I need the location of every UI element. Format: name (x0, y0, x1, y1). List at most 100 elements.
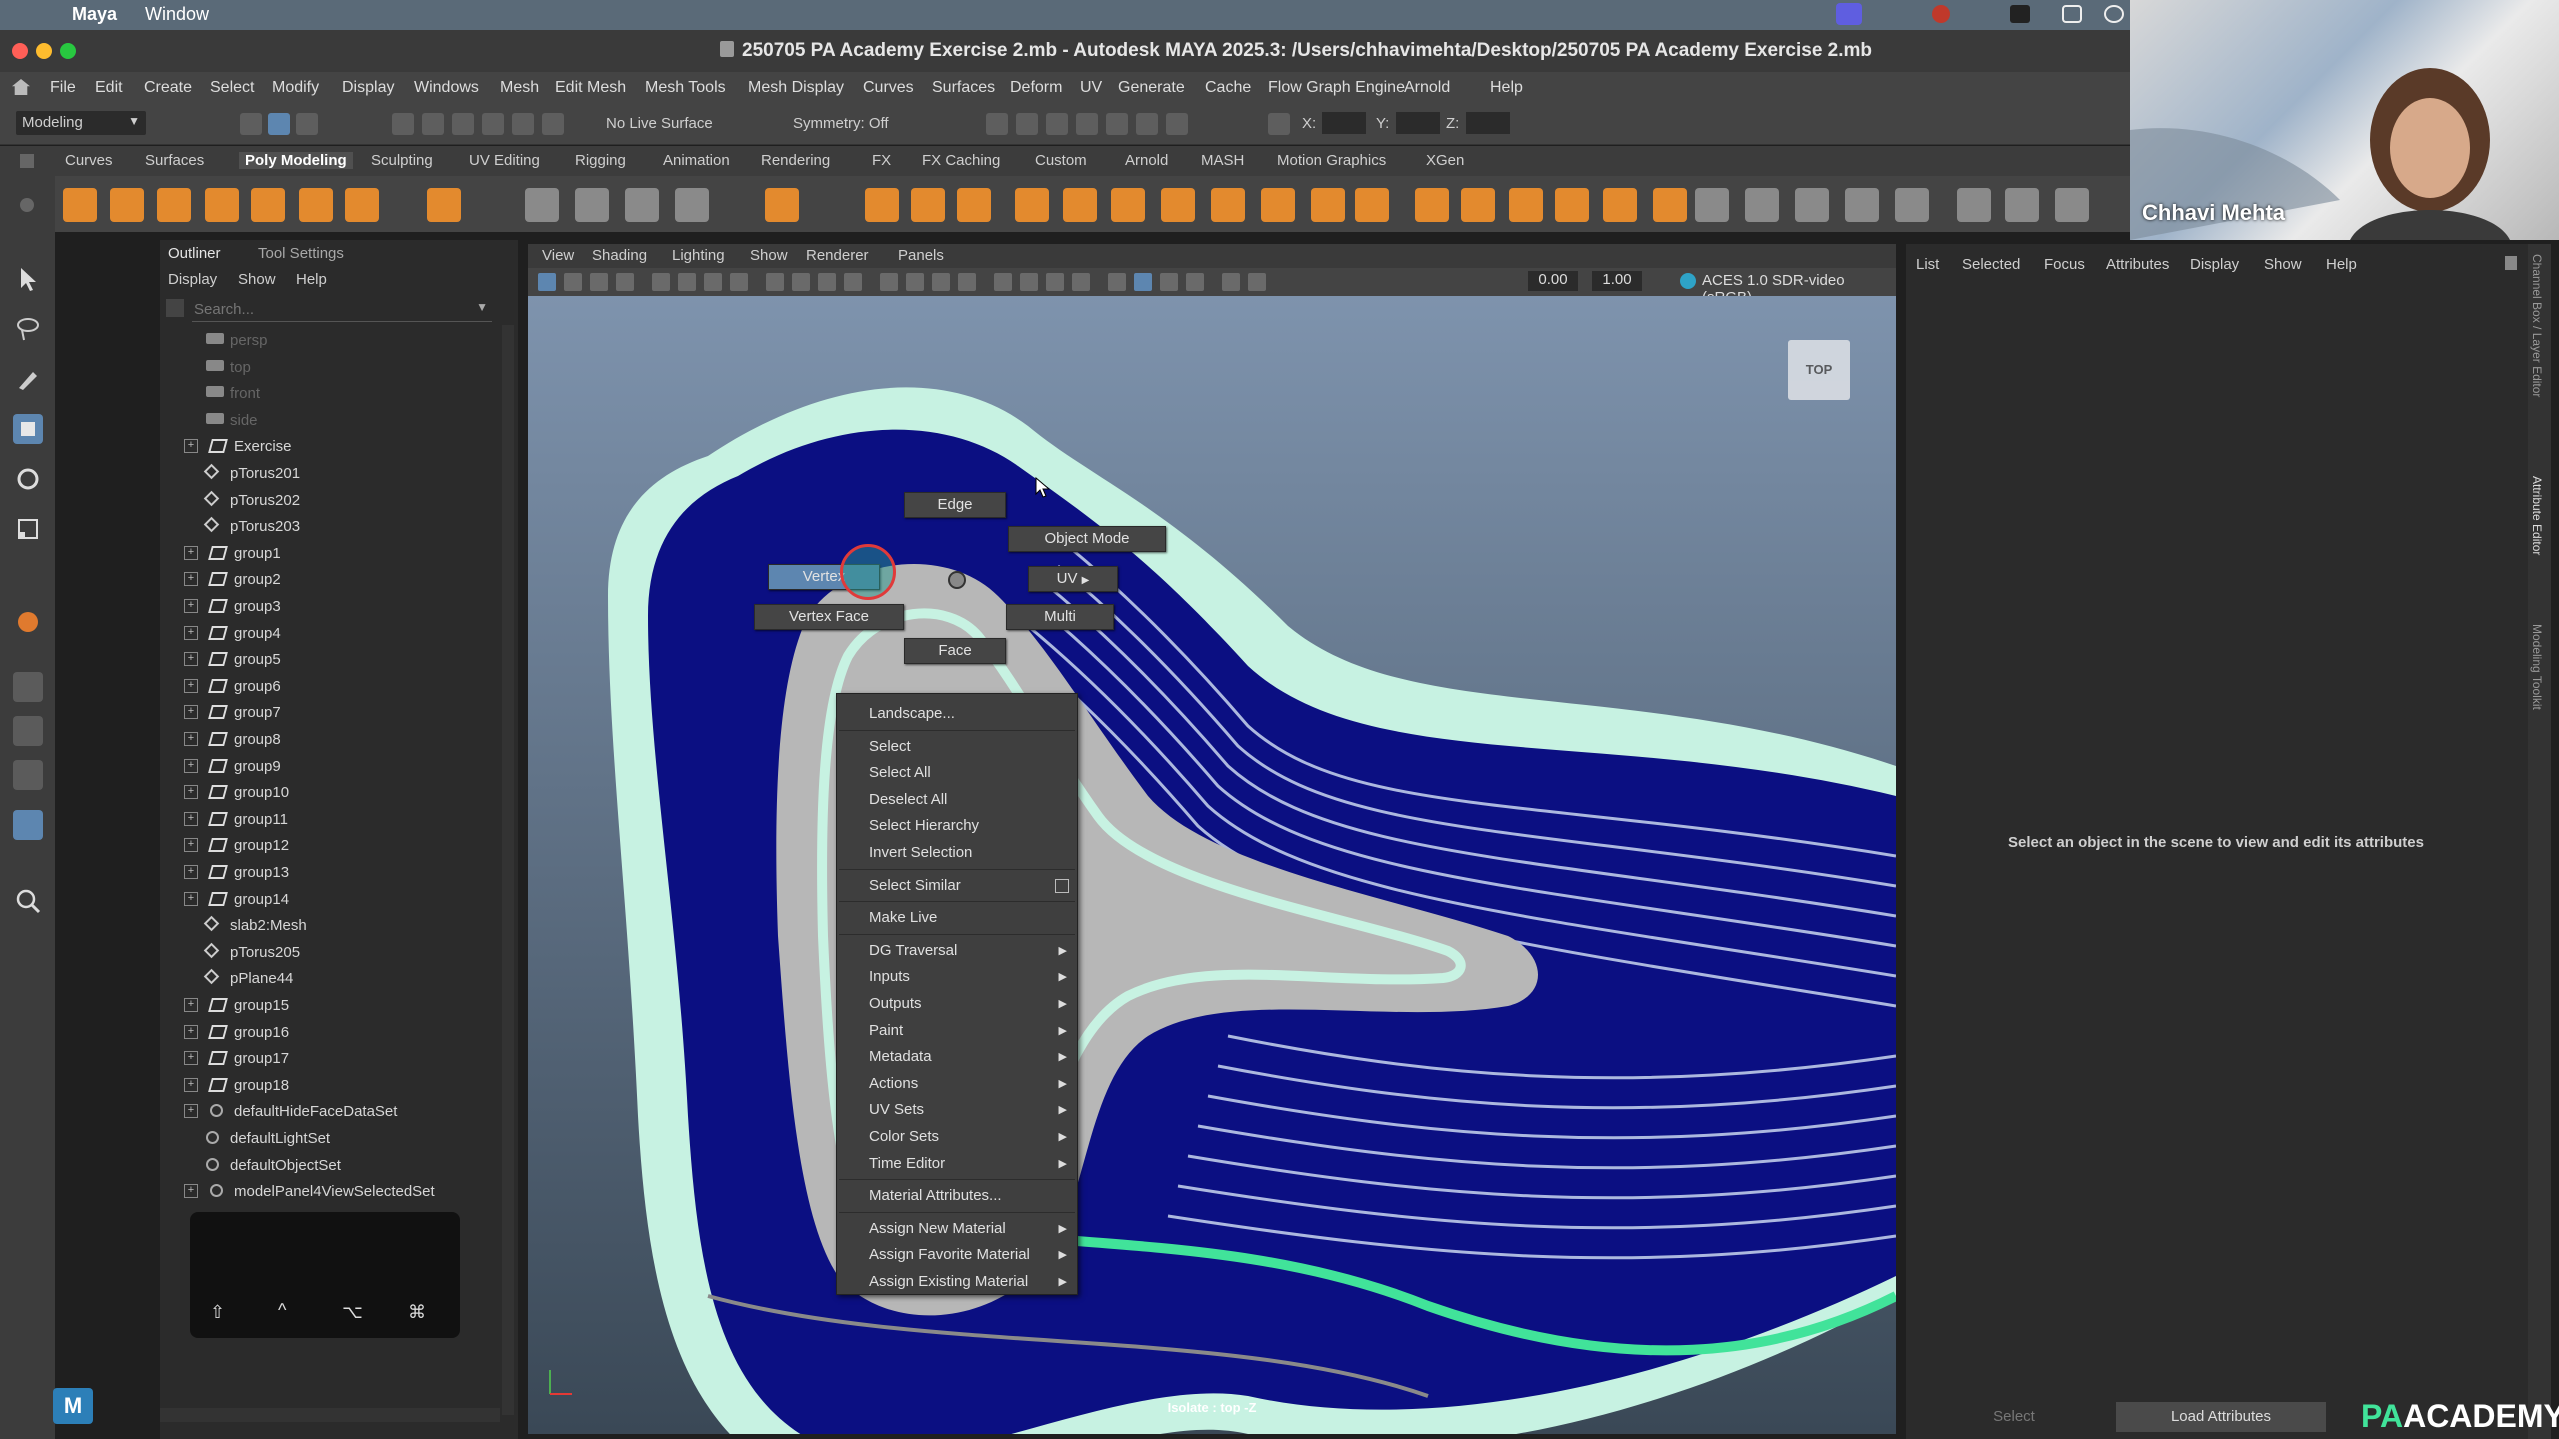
image-plane-icon[interactable] (616, 273, 634, 291)
snap-surface-icon[interactable] (512, 113, 534, 135)
tab-surfaces[interactable]: Surfaces (145, 152, 204, 169)
smooth-icon[interactable] (865, 188, 899, 222)
outliner-h-scrollbar[interactable] (160, 1408, 500, 1422)
expand-icon[interactable]: + (184, 599, 198, 613)
marking-menu-multi[interactable]: Multi (1006, 604, 1114, 630)
outliner-item-group8[interactable]: + group8 (160, 727, 500, 753)
attr-menu-focus[interactable]: Focus (2044, 256, 2085, 273)
tab-rigging[interactable]: Rigging (575, 152, 626, 169)
attr-menu-display[interactable]: Display (2190, 256, 2239, 273)
control-center-icon[interactable] (2062, 5, 2082, 23)
marking-menu-object-mode[interactable]: Object Mode (1008, 526, 1166, 552)
wireframe-on-shaded-icon[interactable] (932, 273, 950, 291)
planar-icon[interactable] (1695, 188, 1729, 222)
bridge-icon[interactable] (1111, 188, 1145, 222)
snap-live-icon[interactable] (542, 113, 564, 135)
snap-plane-icon[interactable] (482, 113, 504, 135)
outliner-item-group9[interactable]: + group9 (160, 754, 500, 780)
isolate-icon[interactable] (1134, 273, 1152, 291)
select-button[interactable]: Select (1914, 1402, 2114, 1432)
render-frame-icon[interactable] (1016, 113, 1038, 135)
menu-mesh-display[interactable]: Mesh Display (748, 79, 844, 97)
chevron-down-icon[interactable]: ▼ (476, 300, 488, 314)
expand-icon[interactable]: + (184, 678, 198, 693)
anti-alias-icon[interactable] (1108, 273, 1126, 291)
lights-icon[interactable] (994, 273, 1012, 291)
outliner-item-ptorus203[interactable]: pTorus203 (160, 514, 500, 540)
sculpt-icon[interactable] (1461, 188, 1495, 222)
menu-select[interactable]: Select (210, 79, 254, 97)
attr-menu-show[interactable]: Show (2264, 256, 2302, 273)
ipr-render-icon[interactable] (1046, 113, 1068, 135)
last-tool-icon[interactable] (13, 606, 43, 636)
outliner-item-group17[interactable]: + group17 (160, 1046, 500, 1072)
scale-tool-icon[interactable] (13, 514, 43, 544)
snap-grid-icon[interactable] (392, 113, 414, 135)
outliner-menu-show[interactable]: Show (238, 271, 276, 288)
transfer-icon[interactable] (1845, 188, 1879, 222)
menu-set-dropdown[interactable]: Modeling ▼ (16, 111, 146, 135)
expand-icon[interactable]: + (184, 998, 198, 1012)
snap-curve-icon[interactable] (422, 113, 444, 135)
wireframe-icon[interactable] (880, 273, 898, 291)
expand-icon[interactable]: + (184, 811, 198, 826)
tab-sculpting[interactable]: Sculpting (371, 152, 433, 169)
lock-camera-icon[interactable] (652, 273, 670, 291)
search-input[interactable] (192, 297, 466, 321)
outliner-menu-help[interactable]: Help (296, 271, 327, 288)
outliner-item-slab2-mesh[interactable]: slab2:Mesh (160, 913, 500, 939)
outliner-item-group6[interactable]: + group6 (160, 674, 500, 700)
tab-mash[interactable]: MASH (1201, 152, 1244, 169)
expand-icon[interactable]: + (184, 838, 198, 853)
view-cube[interactable]: TOP (1788, 340, 1850, 400)
resolution-gate-icon[interactable] (704, 273, 722, 291)
close-window-icon[interactable] (12, 43, 28, 59)
tab-curves[interactable]: Curves (65, 152, 113, 169)
separate-icon[interactable] (957, 188, 991, 222)
uv-editor-icon[interactable] (1509, 188, 1543, 222)
torus-icon[interactable] (251, 188, 285, 222)
context-item-select-all[interactable]: Select All (837, 761, 1077, 785)
marking-menu-face[interactable]: Face (904, 638, 1006, 664)
cone-icon[interactable] (205, 188, 239, 222)
lasso-tool-icon[interactable] (13, 314, 43, 344)
filter-icon[interactable] (166, 299, 184, 317)
layout-icon[interactable] (1603, 188, 1637, 222)
tab-custom[interactable]: Custom (1035, 152, 1087, 169)
menu-generate[interactable]: Generate (1118, 79, 1185, 97)
tab-fx[interactable]: FX (872, 152, 891, 169)
expand-icon[interactable]: + (184, 732, 198, 746)
plane-icon[interactable] (299, 188, 333, 222)
expand-icon[interactable]: + (184, 758, 198, 773)
expand-icon[interactable]: + (184, 865, 198, 879)
target-weld-icon[interactable] (1311, 188, 1345, 222)
marking-menu-edge[interactable]: Edge (904, 492, 1006, 518)
menu-modify[interactable]: Modify (272, 79, 319, 97)
tray-app-icon[interactable] (2010, 5, 2030, 23)
four-pane-layout-icon[interactable] (13, 716, 43, 746)
tab-motion-graphics[interactable]: Motion Graphics (1277, 152, 1386, 169)
symmetry-icon[interactable] (2005, 188, 2039, 222)
menu-surfaces[interactable]: Surfaces (932, 79, 995, 97)
outliner-item-group7[interactable]: + group7 (160, 700, 500, 726)
menu-file[interactable]: File (50, 79, 76, 97)
ambient-occlusion-icon[interactable] (1046, 273, 1064, 291)
tab-uv-editing[interactable]: UV Editing (469, 152, 540, 169)
context-item-select-hierarchy[interactable]: Select Hierarchy (837, 814, 1077, 838)
merge-icon[interactable] (1211, 188, 1245, 222)
context-item-material-attributes[interactable]: Material Attributes... (837, 1184, 1077, 1208)
context-item-assign-new-material[interactable]: Assign New Material ▶ (837, 1217, 1077, 1241)
safe-action-icon[interactable] (792, 273, 810, 291)
screen-share-icon[interactable] (1836, 3, 1862, 25)
snap-point-icon[interactable] (452, 113, 474, 135)
helix-icon[interactable] (575, 188, 609, 222)
z-field[interactable] (1466, 112, 1510, 134)
outliner-item-defaultlightset[interactable]: defaultLightSet (160, 1126, 500, 1152)
menu-create[interactable]: Create (144, 79, 192, 97)
outliner-menu-display[interactable]: Display (168, 271, 217, 288)
quad-draw-icon[interactable] (1415, 188, 1449, 222)
select-camera-icon[interactable] (538, 273, 556, 291)
render-settings-icon[interactable] (1076, 113, 1098, 135)
context-item-assign-favorite-material[interactable]: Assign Favorite Material ▶ (837, 1243, 1077, 1267)
bookmark-icon[interactable] (590, 273, 608, 291)
